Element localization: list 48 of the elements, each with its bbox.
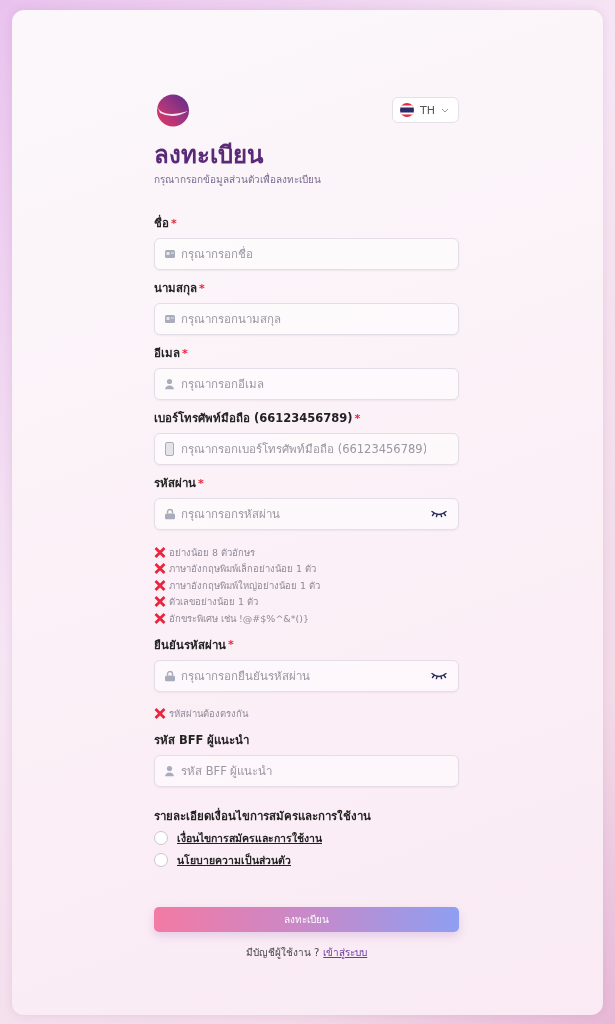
field-label: รหัสผ่าน [154, 475, 196, 492]
input-field[interactable]: กรุณากรอกอีเมล [154, 368, 459, 400]
page-title: ลงทะเบียน [154, 140, 265, 170]
required-asterisk: * [199, 281, 205, 295]
input-field[interactable]: กรุณากรอกเบอร์โทรศัพท์มือถือ (66123456789) [154, 433, 459, 465]
page-subtitle: กรุณากรอกข้อมูลส่วนตัวเพื่อลงทะเบียน [154, 172, 322, 187]
field-label: อีเมล [154, 345, 180, 362]
phone-icon [165, 442, 174, 456]
rule-text: อักขระพิเศษ เช่น !@#$%^&*()} [169, 611, 309, 626]
required-asterisk: * [228, 638, 234, 651]
eye-closed-icon[interactable] [431, 672, 447, 679]
rule-text: รหัสผ่านต้องตรงกัน [169, 707, 248, 722]
lock-icon [165, 670, 175, 681]
terms-link[interactable]: เงื่อนไขการสมัครและการใช้งาน [177, 829, 322, 847]
lock-icon [165, 508, 175, 520]
input-field[interactable]: กรุณากรอกยืนยันรหัสผ่าน [154, 659, 459, 692]
radio-button[interactable] [154, 831, 168, 845]
login-link[interactable]: เข้าสู่ระบบ [323, 945, 368, 960]
eye-closed-icon[interactable] [431, 510, 447, 518]
flag-icon [400, 103, 414, 117]
id-card-icon [165, 250, 175, 258]
chevron-down-icon [441, 107, 449, 113]
required-asterisk: * [198, 476, 204, 490]
required-asterisk: * [354, 411, 361, 425]
terms-link[interactable]: นโยบายความเป็นส่วนตัว [177, 851, 291, 869]
user-icon [165, 378, 174, 390]
input-field[interactable]: รหัส BFF ผู้แนะนำ [154, 755, 459, 787]
input-field[interactable]: กรุณากรอกนามสกุล [154, 303, 459, 335]
field-label: ยืนยันรหัสผ่าน [154, 636, 226, 654]
terms-heading: รายละเอียดเงื่อนไขการสมัครและการใช้งาน [154, 807, 372, 825]
field-label: ชื่อ [154, 214, 169, 232]
id-card-icon [165, 315, 175, 323]
input-field[interactable]: กรุณากรอกชื่อ [154, 238, 459, 270]
rule-text: ภาษาอังกฤษพิมพ์เล็กอย่างน้อย 1 ตัว [169, 562, 317, 577]
radio-button[interactable] [154, 853, 168, 867]
user-icon [165, 765, 174, 777]
logo [154, 93, 191, 127]
rule-text: อย่างน้อย 8 ตัวอักษร [169, 545, 256, 560]
rule-text: ตัวเลขอย่างน้อย 1 ตัว [169, 595, 259, 610]
input-field[interactable]: กรุณากรอกรหัสผ่าน [154, 498, 459, 530]
field-label: นามสกุล [154, 280, 197, 297]
required-asterisk: * [182, 346, 188, 360]
language-selector[interactable]: TH [392, 97, 459, 123]
footer-text: มีบัญชีผู้ใช้งาน ? [245, 946, 320, 960]
rule-text: ภาษาอังกฤษพิมพ์ใหญ่อย่างน้อย 1 ตัว [169, 578, 321, 593]
field-label: เบอร์โทรศัพท์มือถือ (66123456789) [154, 410, 353, 427]
required-asterisk: * [171, 216, 177, 230]
field-label: รหัส BFF ผู้แนะนำ [154, 732, 250, 749]
